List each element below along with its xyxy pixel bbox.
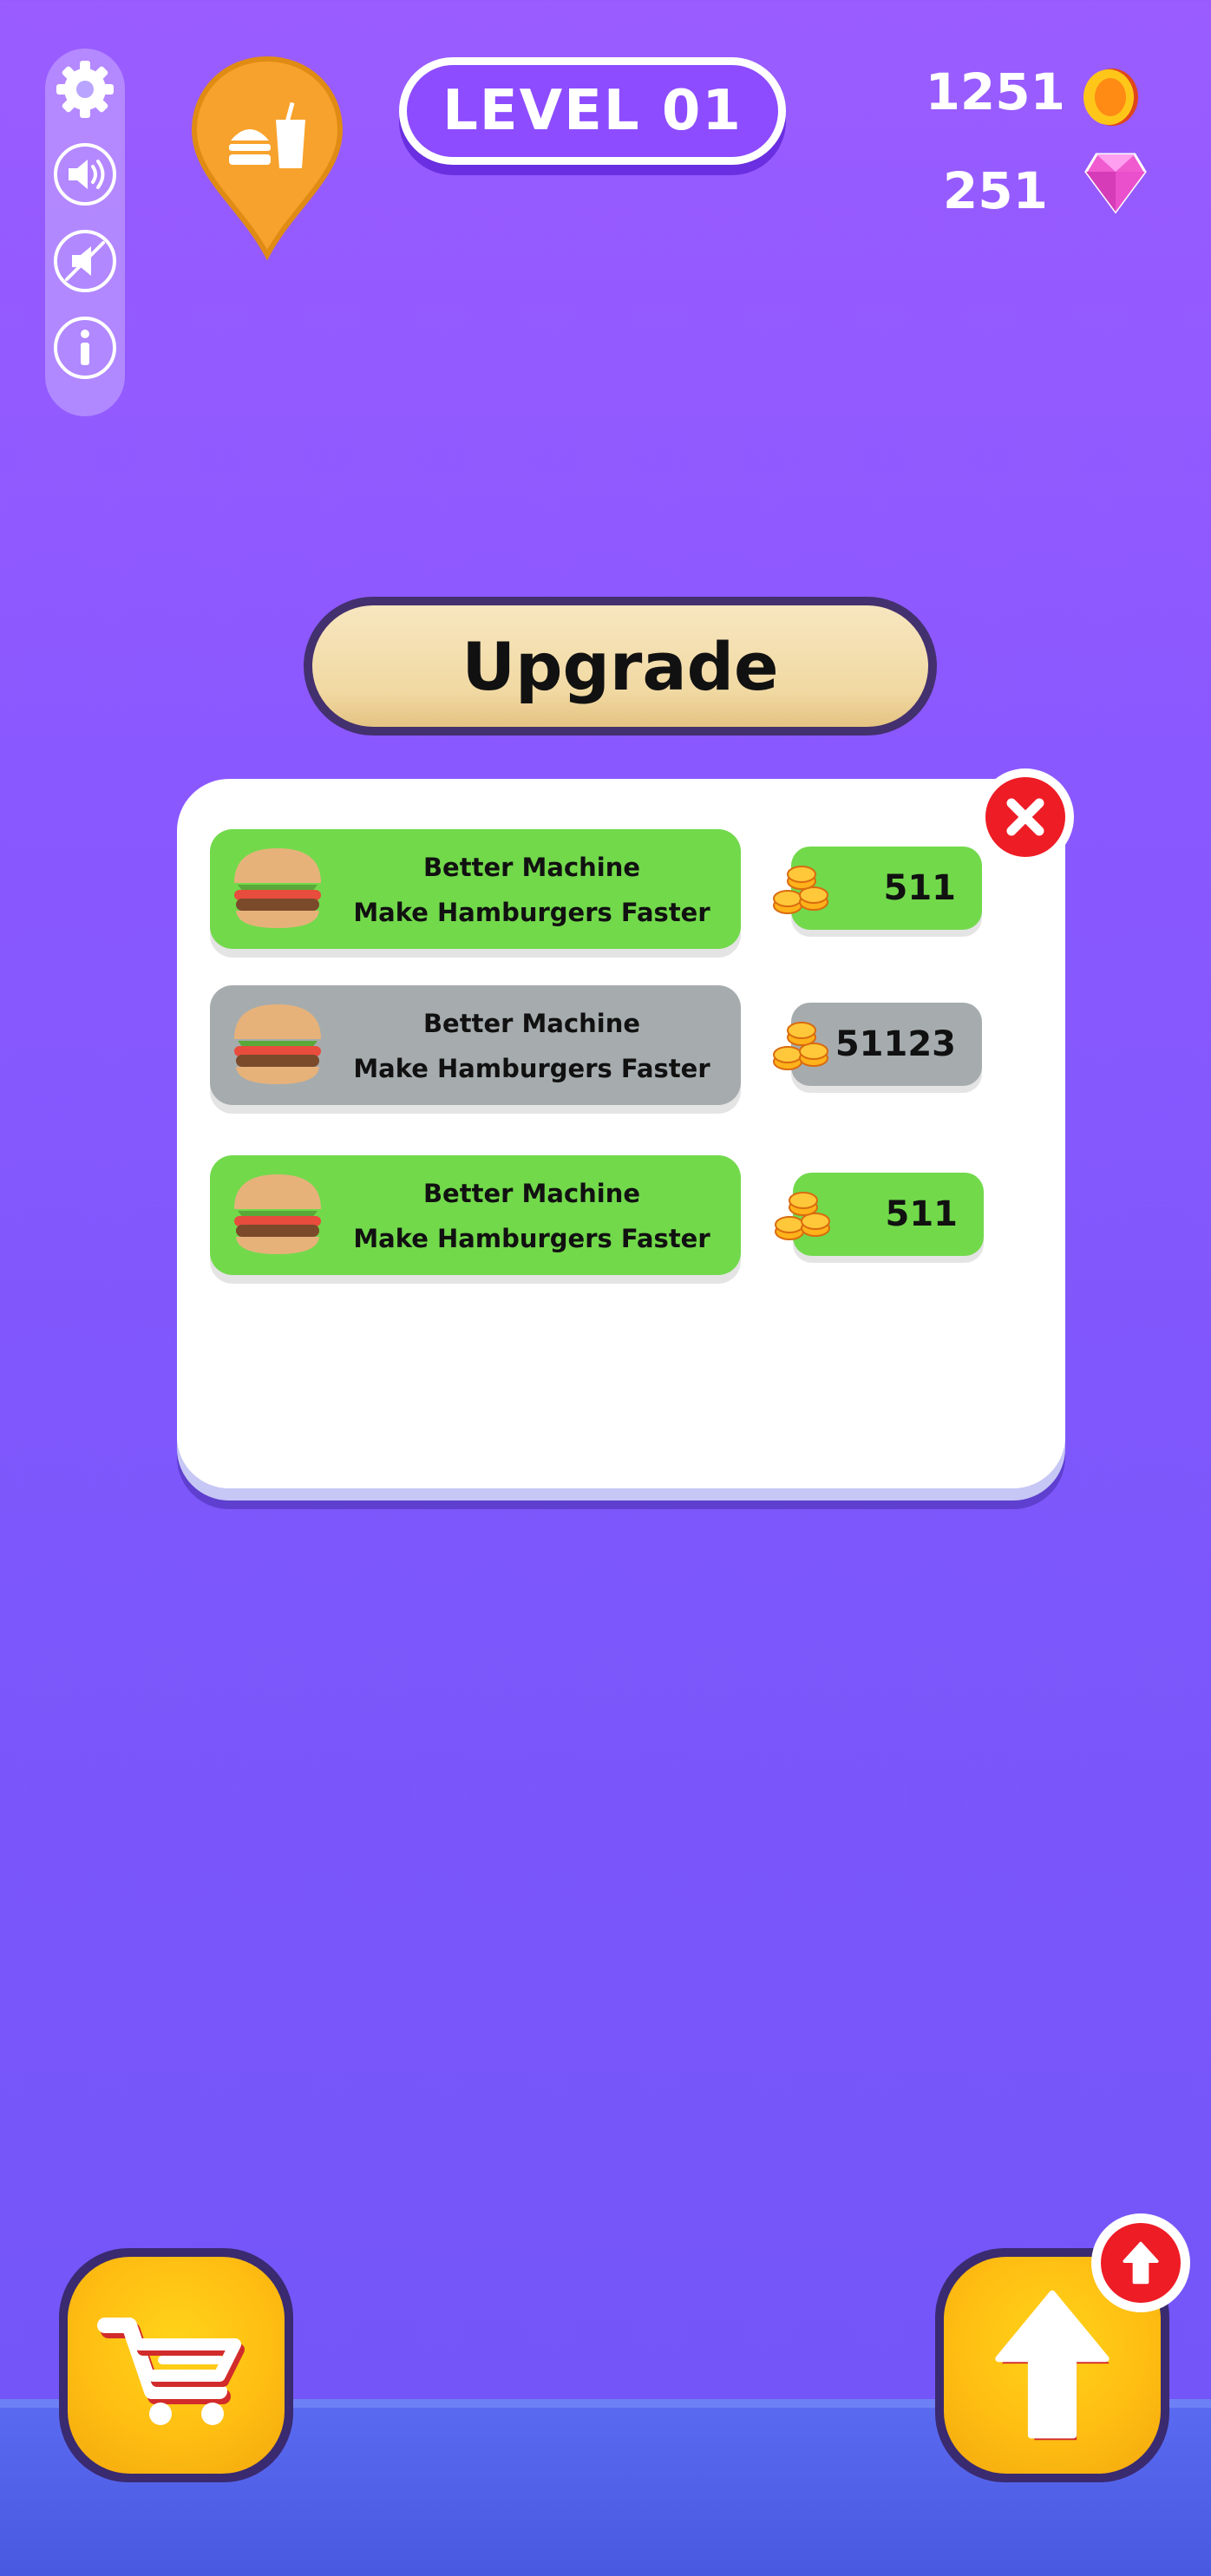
upgrade-price: 51123 xyxy=(835,1024,956,1064)
upgrade-item-subtitle: Make Hamburgers Faster xyxy=(353,1224,710,1253)
coin-icon xyxy=(1079,66,1142,128)
upgrade-item-title: Better Machine xyxy=(422,1179,641,1208)
close-button[interactable] xyxy=(977,768,1074,866)
mute-icon[interactable] xyxy=(53,229,117,293)
hamburger-icon xyxy=(234,848,321,928)
up-arrow-icon xyxy=(1123,2241,1159,2285)
restaurant-pin-icon[interactable] xyxy=(189,54,345,262)
shop-button[interactable] xyxy=(59,2248,293,2482)
upgrade-title-banner: Upgrade xyxy=(304,597,937,736)
coin-count: 1251 xyxy=(925,62,1065,121)
upgrade-item-3[interactable]: Better Machine Make Hamburgers Faster xyxy=(210,1155,741,1275)
side-menu xyxy=(45,49,125,416)
hamburger-icon xyxy=(234,1004,321,1084)
upgrade-title: Upgrade xyxy=(312,605,928,727)
coin-stack-icon xyxy=(773,866,828,914)
coin-stack-icon xyxy=(773,1022,828,1070)
shopping-cart-icon xyxy=(97,2318,245,2425)
upgrade-item-subtitle: Make Hamburgers Faster xyxy=(353,1054,710,1083)
gem-count: 251 xyxy=(942,161,1048,220)
upgrade-item-subtitle: Make Hamburgers Faster xyxy=(353,898,710,927)
upgrade-item-title: Better Machine xyxy=(422,1009,641,1038)
close-icon xyxy=(1006,798,1044,836)
gear-icon[interactable] xyxy=(53,57,117,121)
upgrade-item-title: Better Machine xyxy=(422,853,641,882)
upgrade-price: 511 xyxy=(883,868,957,908)
info-icon[interactable] xyxy=(53,316,117,380)
upgrade-item-1[interactable]: Better Machine Make Hamburgers Faster xyxy=(210,829,741,949)
upgrade-price: 511 xyxy=(885,1194,959,1234)
up-arrow-icon xyxy=(995,2290,1110,2441)
speaker-icon[interactable] xyxy=(53,142,117,206)
upgrade-notification-badge xyxy=(1091,2213,1190,2312)
upgrade-item-2[interactable]: Better Machine Make Hamburgers Faster xyxy=(210,985,741,1105)
level-indicator: LEVEL 01 xyxy=(399,57,786,165)
gem-icon xyxy=(1084,149,1147,215)
hamburger-icon xyxy=(234,1174,321,1254)
coin-stack-icon xyxy=(775,1192,830,1240)
